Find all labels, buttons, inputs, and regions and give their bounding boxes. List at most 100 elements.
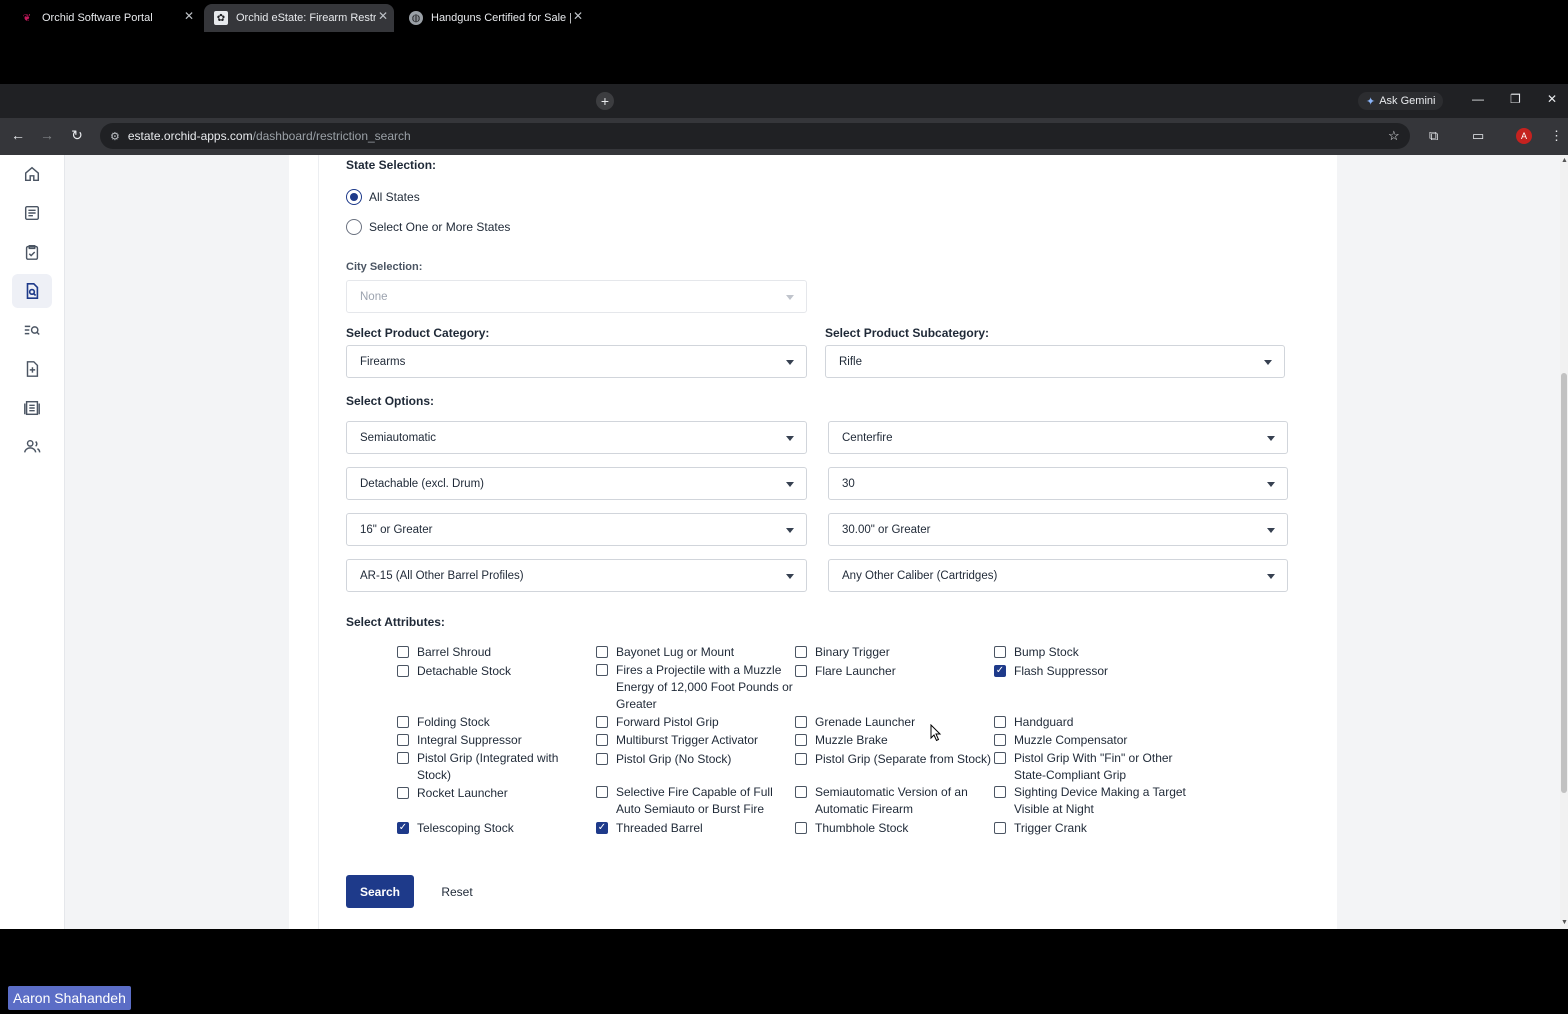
checkbox[interactable] <box>596 753 608 765</box>
option-select-ignition[interactable]: Centerfire <box>828 421 1288 454</box>
attr-muzzle-energy[interactable]: Fires a Projectile with a Muzzle Energy … <box>596 662 794 713</box>
checkbox[interactable] <box>994 786 1006 798</box>
attr-bayonet-lug[interactable]: Bayonet Lug or Mount <box>596 644 791 661</box>
attr-flash-suppressor[interactable]: Flash Suppressor <box>994 663 1194 680</box>
search-button[interactable]: Search <box>346 875 414 908</box>
radio-circle[interactable] <box>346 219 362 235</box>
ask-gemini-button[interactable]: ✦ Ask Gemini <box>1358 92 1444 110</box>
attr-pistol-grip-no-stock[interactable]: Pistol Grip (No Stock) <box>596 751 791 768</box>
checkbox[interactable] <box>795 716 807 728</box>
checkbox[interactable] <box>397 787 409 799</box>
reset-button[interactable]: Reset <box>432 875 482 908</box>
checkbox[interactable] <box>596 786 608 798</box>
option-select-overall-length[interactable]: 30.00" or Greater <box>828 513 1288 546</box>
checkbox[interactable] <box>397 716 409 728</box>
checkbox[interactable] <box>795 822 807 834</box>
document-add-icon[interactable] <box>12 352 52 386</box>
split-view-icon[interactable]: ▭ <box>1472 128 1484 144</box>
attr-forward-pistol-grip[interactable]: Forward Pistol Grip <box>596 714 791 731</box>
attr-thumbhole-stock[interactable]: Thumbhole Stock <box>795 820 990 837</box>
clipboard-check-icon[interactable] <box>12 235 52 269</box>
option-select-capacity[interactable]: 30 <box>828 467 1288 500</box>
checkbox[interactable] <box>397 752 409 764</box>
checkbox[interactable] <box>994 716 1006 728</box>
tab-handguns[interactable]: ◍ Handguns Certified for Sale | St ✕ <box>399 4 589 32</box>
tab-estate-restriction[interactable]: ✿ Orchid eState: Firearm Restrictio ✕ <box>204 4 394 32</box>
checkbox[interactable] <box>795 646 807 658</box>
attr-detachable-stock[interactable]: Detachable Stock <box>397 663 587 680</box>
attr-rocket-launcher[interactable]: Rocket Launcher <box>397 785 587 802</box>
attr-flare-launcher[interactable]: Flare Launcher <box>795 663 990 680</box>
checkbox[interactable] <box>397 665 409 677</box>
back-icon[interactable]: ← <box>9 127 27 143</box>
forward-icon[interactable]: → <box>38 127 56 143</box>
close-tab-icon[interactable]: ✕ <box>184 9 194 23</box>
close-tab-icon[interactable]: ✕ <box>573 9 583 23</box>
option-select-barrel-length[interactable]: 16" or Greater <box>346 513 807 546</box>
option-select-action[interactable]: Semiautomatic <box>346 421 807 454</box>
list-icon[interactable] <box>12 196 52 230</box>
option-select-barrel-profile[interactable]: AR-15 (All Other Barrel Profiles) <box>346 559 807 592</box>
attr-semiauto-version[interactable]: Semiautomatic Version of an Automatic Fi… <box>795 784 985 818</box>
checkbox[interactable] <box>596 822 608 834</box>
attr-sighting-device[interactable]: Sighting Device Making a Target Visible … <box>994 784 1194 818</box>
site-info-icon[interactable]: ⚙ <box>110 130 120 143</box>
category-select[interactable]: Firearms <box>346 345 807 378</box>
menu-dots-icon[interactable]: ⋮ <box>1550 128 1563 144</box>
checkbox[interactable] <box>397 822 409 834</box>
checkbox[interactable] <box>994 822 1006 834</box>
extensions-icon[interactable]: ⧉ <box>1429 128 1438 144</box>
close-tab-icon[interactable]: ✕ <box>378 9 388 23</box>
checkbox[interactable] <box>596 734 608 746</box>
url-bar[interactable]: ⚙ estate.orchid-apps.com/dashboard/restr… <box>100 123 1410 149</box>
tab-orchid-portal[interactable]: ❦ Orchid Software Portal ✕ <box>10 4 200 32</box>
reload-icon[interactable]: ↻ <box>68 127 86 144</box>
radio-select-states[interactable]: Select One or More States <box>346 219 510 235</box>
attr-threaded-barrel[interactable]: Threaded Barrel <box>596 820 791 837</box>
report-icon[interactable] <box>12 391 52 425</box>
search-list-icon[interactable] <box>12 313 52 347</box>
radio-circle[interactable] <box>346 189 362 205</box>
attr-multiburst-trigger[interactable]: Multiburst Trigger Activator <box>596 732 791 749</box>
checkbox[interactable] <box>994 665 1006 677</box>
attr-barrel-shroud[interactable]: Barrel Shroud <box>397 644 587 661</box>
attr-muzzle-compensator[interactable]: Muzzle Compensator <box>994 732 1194 749</box>
scroll-down-icon[interactable]: ▼ <box>1561 919 1568 926</box>
attr-binary-trigger[interactable]: Binary Trigger <box>795 644 990 661</box>
checkbox[interactable] <box>795 665 807 677</box>
attr-selective-fire[interactable]: Selective Fire Capable of Full Auto Semi… <box>596 784 786 818</box>
checkbox[interactable] <box>994 752 1006 764</box>
minimize-icon[interactable]: — <box>1472 92 1484 106</box>
checkbox[interactable] <box>397 646 409 658</box>
scroll-up-icon[interactable]: ▲ <box>1561 157 1568 164</box>
checkbox[interactable] <box>795 786 807 798</box>
checkbox[interactable] <box>795 753 807 765</box>
attr-grenade-launcher[interactable]: Grenade Launcher <box>795 714 990 731</box>
attr-pistol-grip-separate[interactable]: Pistol Grip (Separate from Stock) <box>795 751 995 768</box>
attr-muzzle-brake[interactable]: Muzzle Brake <box>795 732 990 749</box>
attr-pistol-grip-fin[interactable]: Pistol Grip With "Fin" or Other State-Co… <box>994 750 1189 784</box>
radio-all-states[interactable]: All States <box>346 189 420 205</box>
city-select[interactable]: None <box>346 280 807 313</box>
option-select-caliber[interactable]: Any Other Caliber (Cartridges) <box>828 559 1288 592</box>
close-window-icon[interactable]: ✕ <box>1547 92 1557 106</box>
bookmark-star-icon[interactable]: ☆ <box>1388 128 1400 144</box>
attr-pistol-grip-integrated[interactable]: Pistol Grip (Integrated with Stock) <box>397 750 572 784</box>
checkbox[interactable] <box>397 734 409 746</box>
home-icon[interactable] <box>12 157 52 191</box>
attr-folding-stock[interactable]: Folding Stock <box>397 714 587 731</box>
document-search-icon[interactable] <box>12 274 52 308</box>
subcategory-select[interactable]: Rifle <box>825 345 1285 378</box>
scrollbar-thumb[interactable] <box>1561 373 1567 793</box>
attr-handguard[interactable]: Handguard <box>994 714 1194 731</box>
option-select-magazine[interactable]: Detachable (excl. Drum) <box>346 467 807 500</box>
checkbox[interactable] <box>994 646 1006 658</box>
restore-icon[interactable]: ❐ <box>1510 92 1521 106</box>
attr-trigger-crank[interactable]: Trigger Crank <box>994 820 1194 837</box>
profile-avatar[interactable]: A <box>1516 128 1532 144</box>
checkbox[interactable] <box>994 734 1006 746</box>
checkbox[interactable] <box>596 646 608 658</box>
attr-integral-suppressor[interactable]: Integral Suppressor <box>397 732 587 749</box>
users-icon[interactable] <box>12 430 52 464</box>
checkbox[interactable] <box>795 734 807 746</box>
